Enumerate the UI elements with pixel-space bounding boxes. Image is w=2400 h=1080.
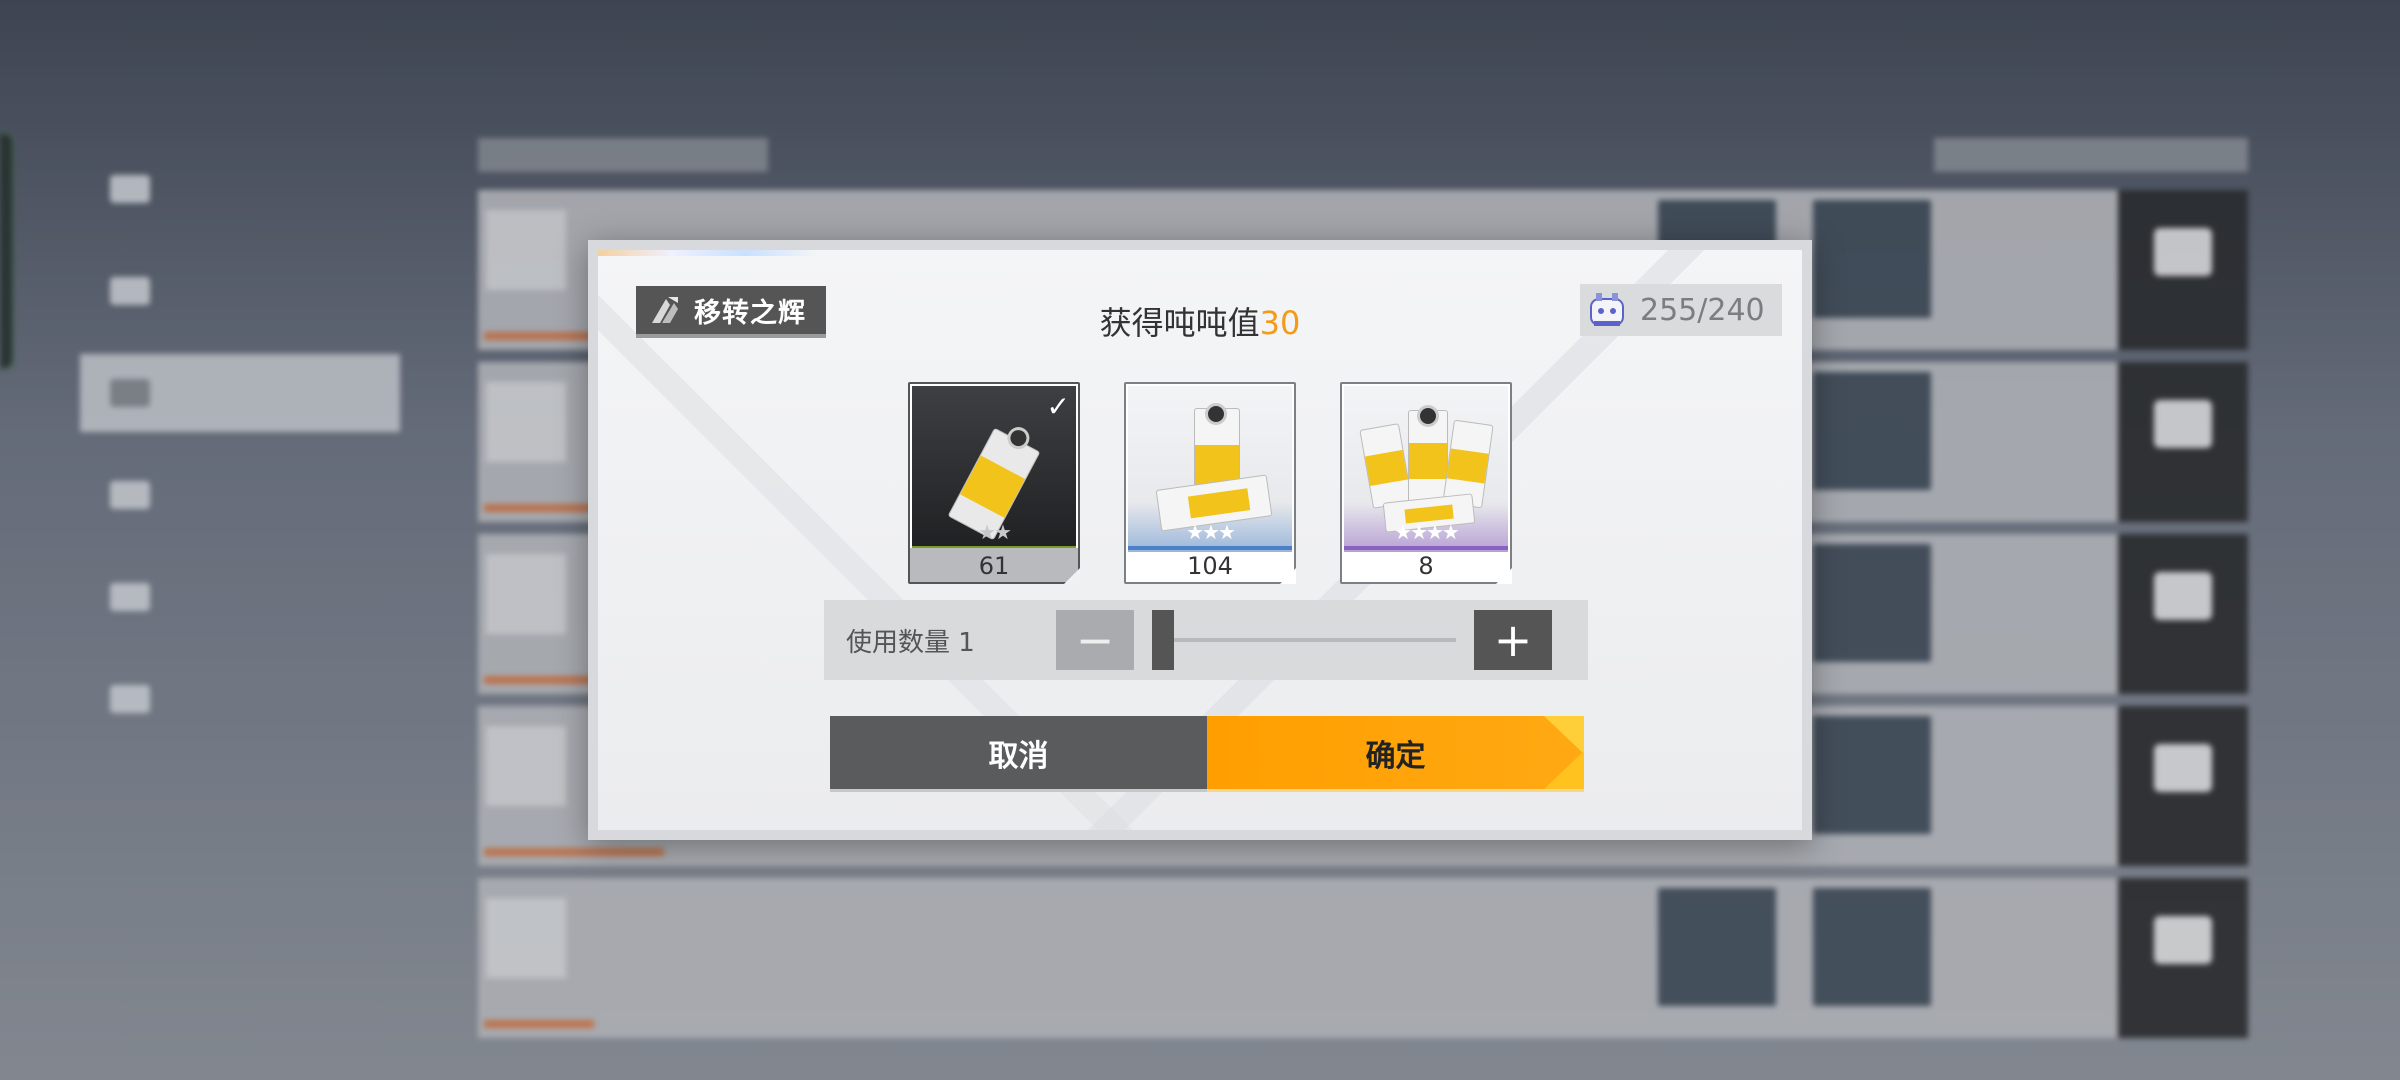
slider-track [1152,638,1456,642]
item-count: 104 [1187,552,1233,580]
decor-triangle [1544,716,1584,754]
use-item-dialog: 移转之辉 获得吨吨值30 255/240 ★★ 61 ✓ ★★★ 104 ★★★… [588,240,1812,840]
rarity-stars: ★★ [978,520,1012,544]
item-count: 8 [1418,552,1434,580]
item-slot-2star[interactable]: ★★ 61 ✓ [908,382,1080,584]
check-icon: ✓ [1046,390,1070,423]
cancel-label: 取消 [988,738,1049,774]
rarity-line [1128,546,1292,550]
cancel-button[interactable]: 取消 [830,716,1207,792]
corner-cut [1280,568,1296,584]
slider-handle[interactable] [1152,610,1174,670]
item-list: ★★ 61 ✓ ★★★ 104 ★★★★ 8 [908,382,1512,584]
corner-cut [1064,568,1080,584]
holo-strip [598,250,818,256]
decrease-button[interactable]: − [1056,610,1134,670]
quantity-slider[interactable] [1152,610,1456,670]
gain-label: 获得吨吨值 [1099,304,1260,342]
quantity-stepper: 使用数量 1 − + [824,600,1588,680]
confirm-button[interactable]: 确定 [1207,716,1584,792]
quantity-label: 使用数量 1 [846,627,975,658]
gain-value: 30 [1259,304,1301,342]
confirm-label: 确定 [1365,738,1426,774]
item-slot-3star[interactable]: ★★★ 104 [1124,382,1296,584]
item-slot-4star[interactable]: ★★★★ 8 [1340,382,1512,584]
tonton-robot-icon [1586,289,1628,331]
counter-value: 255/240 [1640,292,1765,328]
tonton-counter: 255/240 [1580,284,1782,336]
rarity-stars: ★★★★ [1394,520,1460,544]
dialog-actions: 取消 确定 [830,716,1584,792]
decor-triangle [1544,751,1584,789]
increase-button[interactable]: + [1474,610,1552,670]
corner-cut [1496,568,1512,584]
rarity-line [1344,546,1508,550]
rarity-stars: ★★★ [1186,520,1236,544]
item-count: 61 [978,552,1010,580]
